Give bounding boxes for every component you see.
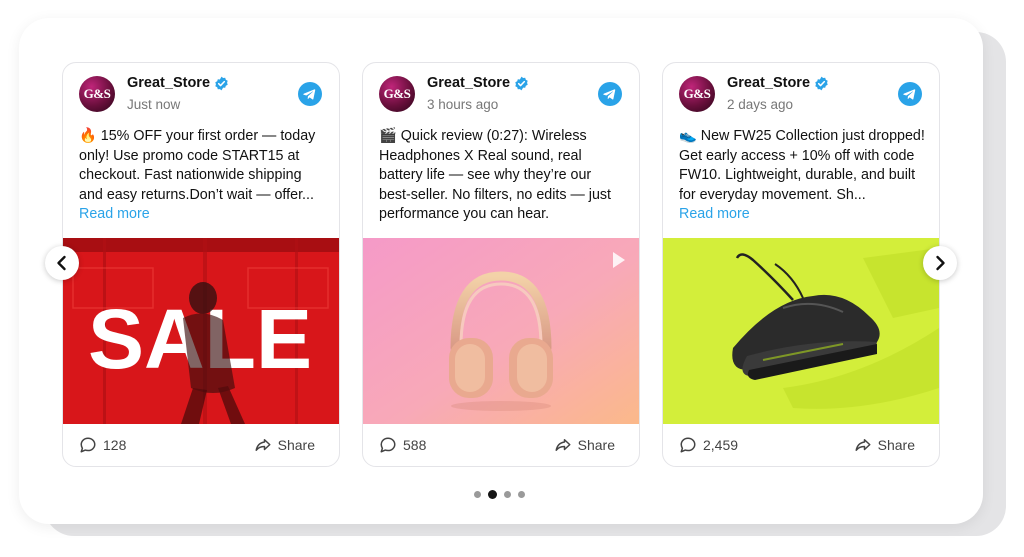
share-button[interactable]: Share — [254, 436, 315, 454]
post-time: 2 days ago — [727, 97, 794, 112]
post-time: Just now — [127, 97, 181, 112]
pagination-dot[interactable] — [518, 491, 525, 498]
post-text-body: 🎬 Quick review (0:27): Wireless Headphon… — [379, 128, 612, 222]
post-text: 🔥 15% OFF your first order — today only!… — [79, 127, 325, 225]
author-row: Great_Store — [127, 75, 229, 91]
author-name[interactable]: Great_Store — [727, 75, 810, 91]
telegram-icon[interactable] — [298, 82, 322, 106]
telegram-icon[interactable] — [598, 82, 622, 106]
share-label: Share — [877, 437, 915, 453]
share-button[interactable]: Share — [554, 436, 615, 454]
comments-counter[interactable]: 128 — [79, 436, 126, 454]
post-footer: 588 Share — [363, 424, 639, 466]
verified-badge-icon — [815, 76, 828, 90]
share-icon — [855, 439, 871, 451]
read-more-link[interactable]: Read more — [79, 206, 150, 222]
chevron-left-icon — [57, 255, 66, 271]
verified-badge-icon — [515, 76, 528, 90]
avatar[interactable]: G&S — [79, 76, 115, 112]
comments-counter[interactable]: 2,459 — [679, 436, 738, 454]
post-card: G&S Great_Store 3 hours ago 🎬 Quick revi… — [362, 62, 640, 467]
avatar[interactable]: G&S — [679, 76, 715, 112]
comment-icon — [680, 437, 696, 453]
comments-count: 2,459 — [703, 437, 739, 453]
share-label: Share — [277, 437, 315, 453]
post-text: 🎬 Quick review (0:27): Wireless Headphon… — [379, 127, 625, 225]
post-image-sale[interactable]: SALE — [63, 238, 339, 424]
pagination-dot[interactable] — [504, 491, 511, 498]
carousel-next-button[interactable] — [923, 246, 957, 280]
chevron-right-icon — [936, 255, 945, 271]
comments-counter[interactable]: 588 — [379, 436, 426, 454]
post-time: 3 hours ago — [427, 97, 499, 112]
pagination-dot-active[interactable] — [488, 490, 497, 499]
author-row: Great_Store — [727, 75, 829, 91]
comment-icon — [380, 437, 396, 453]
post-text-body: 👟 New FW25 Collection just dropped! Get … — [679, 128, 925, 203]
post-card: G&S Great_Store 2 days ago 👟 New FW25 Co… — [662, 62, 940, 467]
read-more-link[interactable]: Read more — [679, 206, 750, 222]
share-label: Share — [577, 437, 615, 453]
post-text: 👟 New FW25 Collection just dropped! Get … — [679, 127, 925, 225]
author-row: Great_Store — [427, 75, 529, 91]
post-card: G&S Great_Store Just now 🔥 15% OFF your … — [62, 62, 340, 467]
avatar[interactable]: G&S — [379, 76, 415, 112]
share-button[interactable]: Share — [854, 436, 915, 454]
post-image-sneaker[interactable] — [663, 238, 939, 424]
telegram-icon[interactable] — [898, 82, 922, 106]
pagination-dot[interactable] — [474, 491, 481, 498]
share-icon — [555, 439, 571, 451]
post-footer: 2,459 Share — [663, 424, 939, 466]
verified-badge-icon — [215, 76, 228, 90]
post-video-headphones[interactable] — [363, 238, 639, 424]
share-icon — [255, 439, 271, 451]
post-footer: 128 Share — [63, 424, 339, 466]
carousel-prev-button[interactable] — [45, 246, 79, 280]
author-name[interactable]: Great_Store — [127, 75, 210, 91]
post-text-body: 🔥 15% OFF your first order — today only!… — [79, 128, 316, 203]
comments-count: 128 — [103, 437, 127, 453]
comments-count: 588 — [403, 437, 427, 453]
author-name[interactable]: Great_Store — [427, 75, 510, 91]
carousel-pagination — [474, 490, 532, 499]
comment-icon — [80, 437, 96, 453]
